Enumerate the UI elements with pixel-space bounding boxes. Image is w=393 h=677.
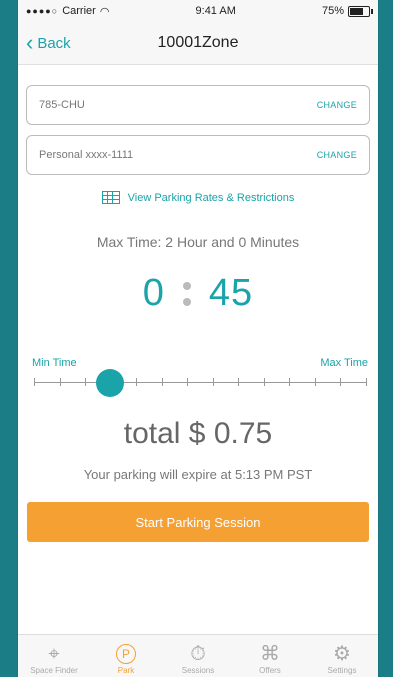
back-button[interactable]: ‹ Back	[26, 32, 71, 54]
status-time: 9:41 AM	[195, 5, 236, 17]
gear-icon: ⚙	[333, 643, 351, 665]
wifi-icon: ◠	[99, 5, 110, 18]
chevron-left-icon: ‹	[26, 30, 34, 55]
slider-tick	[59, 378, 61, 386]
status-bar: ●●●●○ Carrier ◠ 9:41 AM 75%	[18, 0, 378, 22]
slider-track	[34, 382, 366, 383]
tab-park[interactable]: P Park	[90, 635, 162, 677]
slider-tick	[136, 378, 138, 386]
slider-tick	[34, 378, 35, 386]
slider-labels: Min Time Max Time	[32, 357, 368, 369]
duration-display: 0 45	[18, 272, 378, 315]
minutes-value: 45	[208, 272, 254, 314]
slider-tick	[289, 378, 291, 386]
tab-bar: ⌖ Space Finder P Park ⏱ Sessions ⌘ Offer…	[18, 634, 378, 677]
change-payment-button[interactable]: CHANGE	[317, 150, 357, 160]
vehicle-field[interactable]: 785-CHU CHANGE	[26, 85, 370, 125]
total-cost: total $ 0.75	[123, 417, 273, 450]
slider-tick	[263, 378, 265, 386]
slider-tick	[85, 378, 87, 386]
carrier-label: Carrier	[62, 5, 96, 17]
slider-knob[interactable]	[96, 369, 125, 397]
battery-percent: 75%	[321, 5, 344, 17]
timer-colon	[182, 281, 191, 306]
change-vehicle-button[interactable]: CHANGE	[317, 100, 357, 110]
park-icon: P	[116, 644, 136, 664]
status-right: 75%	[321, 5, 373, 17]
phone-screen: ●●●●○ Carrier ◠ 9:41 AM 75% ‹ Back 10001…	[18, 0, 378, 677]
tab-label: Settings	[327, 666, 357, 675]
status-left: ●●●●○ Carrier ◠	[26, 5, 109, 18]
stopwatch-icon: ⏱	[190, 643, 206, 665]
slider-tick	[340, 378, 342, 386]
vehicle-value: 785-CHU	[39, 99, 85, 111]
view-rates-label: View Parking Rates & Restrictions	[127, 191, 295, 204]
tag-icon: ⌘	[260, 643, 280, 665]
slider-tick	[212, 378, 214, 386]
slider-tick	[314, 378, 316, 386]
tab-label: Space Finder	[30, 666, 78, 675]
page-title: 10001Zone	[157, 34, 239, 51]
payment-value: Personal xxxx-1111	[39, 149, 134, 161]
battery-icon	[348, 5, 373, 17]
tab-offers[interactable]: ⌘ Offers	[234, 635, 306, 677]
max-time-label: Max Time	[320, 357, 368, 369]
hours-value: 0	[142, 272, 165, 314]
expire-text: Your parking will expire at 5:13 PM PST	[83, 467, 313, 482]
battery-fill	[350, 7, 363, 15]
start-parking-button[interactable]: Start Parking Session	[27, 502, 369, 542]
tab-label: Park	[117, 666, 135, 675]
min-time-label: Min Time	[32, 357, 77, 369]
max-time-label: Max Time: 2 Hour and 0 Minutes	[96, 234, 300, 250]
tab-space-finder[interactable]: ⌖ Space Finder	[18, 635, 90, 677]
nav-bar: ‹ Back 10001Zone	[18, 22, 378, 65]
slider-tick	[238, 378, 240, 386]
payment-field[interactable]: Personal xxxx-1111 CHANGE	[26, 135, 370, 175]
tab-label: Sessions	[181, 666, 215, 675]
slider-tick	[161, 378, 163, 386]
view-rates-link[interactable]: View Parking Rates & Restrictions	[18, 191, 378, 204]
tab-sessions[interactable]: ⏱ Sessions	[162, 635, 234, 677]
tab-label: Offers	[259, 666, 281, 675]
rates-table-icon	[101, 191, 120, 204]
location-pin-icon: ⌖	[48, 643, 60, 665]
slider-tick	[366, 378, 367, 386]
tab-settings[interactable]: ⚙ Settings	[306, 635, 378, 677]
duration-slider[interactable]	[34, 369, 367, 397]
slider-tick	[187, 378, 189, 386]
signal-icon: ●●●●○	[26, 6, 59, 16]
back-label: Back	[37, 34, 71, 52]
